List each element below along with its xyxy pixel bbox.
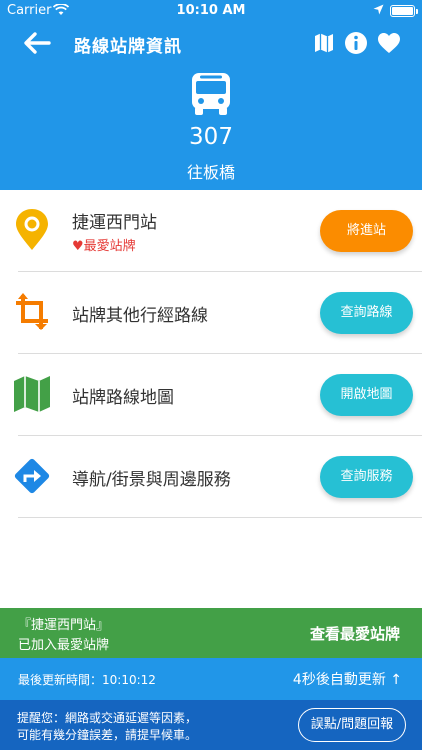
favorite-stop-tag: ♥最愛站牌 xyxy=(72,239,136,254)
other-routes-label: 站牌其他行經路線 xyxy=(72,306,208,326)
notice-line-2: 可能有幾分鐘誤差，請提早候車。 xyxy=(17,728,198,742)
stop-row: 捷運西門站 ♥最愛站牌 將進站 xyxy=(0,190,422,272)
query-routes-button[interactable]: 查詢路線 xyxy=(320,292,413,334)
back-arrow-icon[interactable] xyxy=(22,30,52,56)
route-map-label: 站牌路線地圖 xyxy=(72,388,174,408)
navigation-row: 導航/街景與周邊服務 查詢服務 xyxy=(0,436,422,518)
directions-icon xyxy=(14,458,50,494)
update-bar: 最後更新時間：10:10:12 4秒後自動更新 ↑ xyxy=(0,658,422,700)
favorite-toast: 『捷運西門站』 已加入最愛站牌 查看最愛站牌 xyxy=(0,608,422,658)
page-title: 路線站牌資訊 xyxy=(74,37,182,57)
divider xyxy=(18,517,422,518)
bus-icon xyxy=(192,73,230,115)
route-direction: 往板橋 xyxy=(186,163,235,182)
crop-arrows-icon xyxy=(16,293,48,330)
route-map-row: 站牌路線地圖 開啟地圖 xyxy=(0,354,422,436)
info-icon[interactable] xyxy=(344,31,368,55)
stop-name: 捷運西門站 xyxy=(72,213,157,233)
last-update-time: 最後更新時間：10:10:12 xyxy=(18,673,156,687)
view-favorites-button[interactable]: 查看最愛站牌 xyxy=(310,623,400,644)
location-pin-icon xyxy=(16,209,48,250)
other-routes-row: 站牌其他行經路線 查詢路線 xyxy=(0,272,422,354)
arrival-status-button[interactable]: 將進站 xyxy=(320,210,413,252)
status-time: 10:10 AM xyxy=(176,3,246,18)
open-map-button[interactable]: 開啟地圖 xyxy=(320,374,413,416)
notice-line-1: 提醒您：網路或交通延遲等因素， xyxy=(17,711,198,725)
map-icon xyxy=(14,376,50,412)
battery-icon xyxy=(390,5,418,17)
header: Carrier 10:10 AM 路線站牌資訊 307 往板橋 xyxy=(0,0,422,190)
auto-update-countdown[interactable]: 4秒後自動更新 ↑ xyxy=(293,669,402,689)
query-services-button[interactable]: 查詢服務 xyxy=(320,456,413,498)
location-arrow-icon xyxy=(373,4,384,15)
favorite-stop-name: 『捷運西門站』 xyxy=(18,618,110,633)
footer: 提醒您：網路或交通延遲等因素， 可能有幾分鐘誤差，請提早候車。 誤點/問題回報 xyxy=(0,700,422,750)
navigation-label: 導航/街景與周邊服務 xyxy=(72,470,231,490)
report-issue-button[interactable]: 誤點/問題回報 xyxy=(298,708,406,742)
heart-icon[interactable] xyxy=(377,31,401,55)
favorite-added-message: 已加入最愛站牌 xyxy=(18,638,110,653)
route-number: 307 xyxy=(189,124,233,150)
map-icon[interactable] xyxy=(312,31,336,55)
status-bar: Carrier 10:10 AM xyxy=(0,0,422,22)
